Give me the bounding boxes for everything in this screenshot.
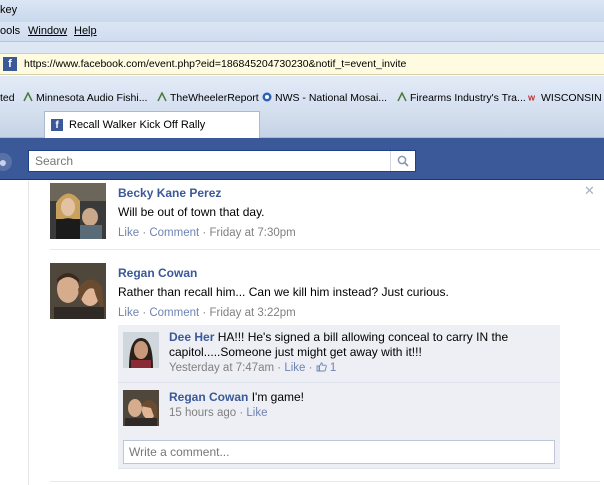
search-button[interactable] <box>390 151 415 171</box>
post-meta: Like · Comment · Friday at 7:30pm <box>118 227 296 239</box>
bookmark-icon <box>397 92 407 102</box>
bookmark-icon <box>157 92 167 102</box>
avatar[interactable] <box>50 263 106 319</box>
bookmark-item[interactable]: W WISCONSIN <box>528 92 602 104</box>
comment-input[interactable] <box>124 441 552 463</box>
author-name[interactable]: Dee Her <box>169 330 214 344</box>
search-input[interactable] <box>29 151 384 171</box>
comment-link[interactable]: Comment <box>149 307 199 319</box>
wall-post: Regan Cowan Rather than recall him... Ca… <box>50 263 600 323</box>
avatar[interactable] <box>123 390 159 426</box>
bookmark-item[interactable]: TheWheelerReport <box>157 92 259 104</box>
timestamp[interactable]: 15 hours ago <box>169 407 236 419</box>
author-name[interactable]: Becky Kane Perez <box>118 186 221 200</box>
like-link[interactable]: Like <box>118 227 139 239</box>
facebook-favicon-icon: f <box>51 119 63 131</box>
menu-window[interactable]: Window <box>28 25 67 37</box>
globe-icon[interactable]: ● <box>0 153 12 171</box>
bookmark-icon <box>23 92 33 102</box>
comment-item: Dee Her HA!!! He's signed a bill allowin… <box>118 325 560 383</box>
bookmark-item[interactable]: Firearms Industry's Tra... <box>397 92 526 104</box>
menu-help[interactable]: Help <box>74 25 97 37</box>
avatar[interactable] <box>50 183 106 239</box>
comment-text: I'm game! <box>251 390 304 404</box>
post-text: Rather than recall him... Can we kill hi… <box>118 285 449 299</box>
facebook-header: ● <box>0 138 604 180</box>
window-titlebar: key <box>0 0 604 22</box>
like-link[interactable]: Like <box>246 407 267 419</box>
likes-count[interactable]: 1 <box>316 362 336 374</box>
nws-icon <box>262 92 272 102</box>
tab-strip: f Recall Walker Kick Off Rally <box>0 110 604 138</box>
facebook-favicon-icon: f <box>3 57 17 71</box>
menu-tools[interactable]: ools <box>0 25 20 37</box>
svg-text:W: W <box>528 93 536 102</box>
comment-body: Regan Cowan I'm game! 15 hours ago · Lik… <box>169 390 549 421</box>
like-link[interactable]: Like <box>118 307 139 319</box>
window-title: key <box>0 4 18 16</box>
comment-meta: Yesterday at 7:47am · Like · 1 <box>169 362 337 374</box>
bookmark-item[interactable]: NWS - National Mosai... <box>262 92 387 104</box>
wh-icon: W <box>528 93 536 102</box>
timestamp[interactable]: Yesterday at 7:47am <box>169 362 274 374</box>
menu-bar: ools Window Help <box>0 22 604 42</box>
comment-item: Regan Cowan I'm game! 15 hours ago · Lik… <box>118 383 560 431</box>
post-divider <box>50 249 600 250</box>
post-divider <box>50 481 600 482</box>
thumbs-up-icon <box>316 362 327 372</box>
timestamp[interactable]: Friday at 3:22pm <box>209 307 295 319</box>
comment-link[interactable]: Comment <box>149 227 199 239</box>
author-name[interactable]: Regan Cowan <box>169 390 248 404</box>
wall-post: Becky Kane Perez Will be out of town tha… <box>50 183 600 243</box>
column-divider <box>28 181 29 485</box>
like-link[interactable]: Like <box>284 362 305 374</box>
comment-meta: 15 hours ago · Like <box>169 407 268 419</box>
post-meta: Like · Comment · Friday at 3:22pm <box>118 307 296 319</box>
avatar[interactable] <box>123 332 159 368</box>
post-text: Will be out of town that day. <box>118 205 265 219</box>
timestamp[interactable]: Friday at 7:30pm <box>209 227 295 239</box>
author-name[interactable]: Regan Cowan <box>118 266 197 280</box>
address-bar[interactable]: f https://www.facebook.com/event.php?eid… <box>0 53 604 75</box>
search-box[interactable] <box>28 150 416 172</box>
address-url[interactable]: https://www.facebook.com/event.php?eid=1… <box>24 58 406 70</box>
bookmark-item[interactable]: ted <box>0 92 15 104</box>
search-icon <box>397 155 409 167</box>
comment-body: Dee Her HA!!! He's signed a bill allowin… <box>169 330 549 376</box>
bookmark-item[interactable]: Minnesota Audio Fishi... <box>23 92 147 104</box>
tab-label: Recall Walker Kick Off Rally <box>69 119 206 131</box>
toolbar-strip <box>0 42 604 53</box>
comment-text: HA!!! He's signed a bill allowing concea… <box>169 330 509 359</box>
bookmarks-bar: ted Minnesota Audio Fishi... TheWheelerR… <box>0 76 604 112</box>
write-comment-box[interactable] <box>123 440 555 464</box>
event-wall: ✕ Becky Kane Perez Will be out of town t… <box>0 181 604 485</box>
tab-recall-walker[interactable]: f Recall Walker Kick Off Rally <box>44 111 260 138</box>
